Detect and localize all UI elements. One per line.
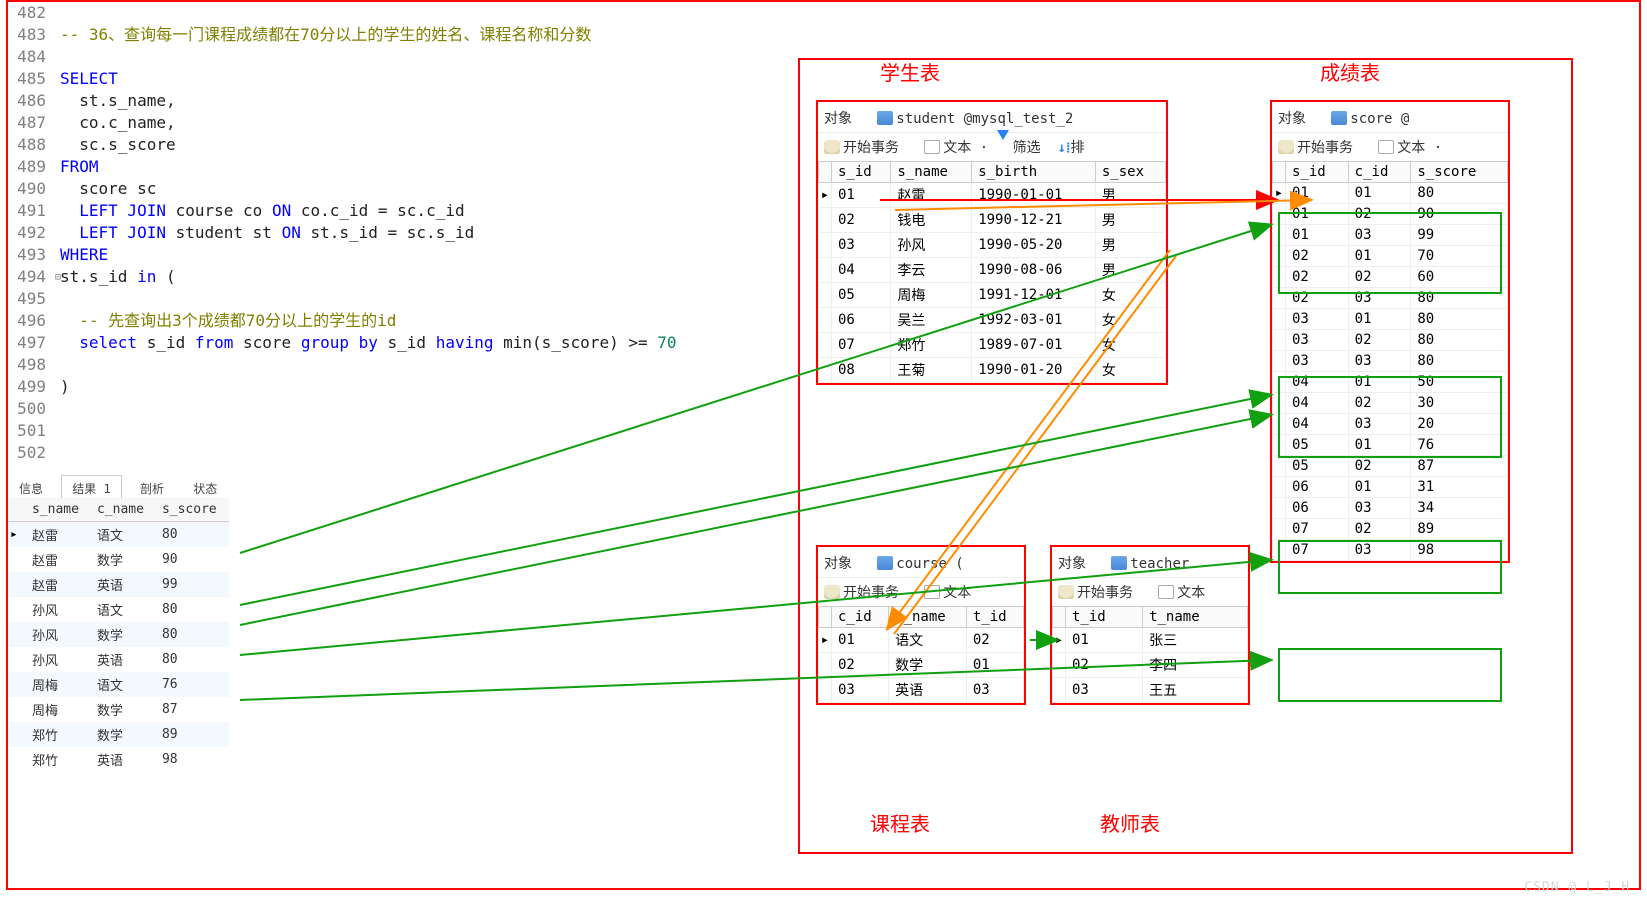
table-icon	[877, 111, 893, 125]
score-toolbar: 开始事务 文本 ·	[1272, 132, 1508, 161]
sort-icon: ↓⁞	[1057, 140, 1070, 156]
score-tab-row: 对象 score @	[1272, 102, 1508, 132]
course-tab-row: 对象 course (	[818, 547, 1024, 577]
transaction-icon	[1058, 585, 1074, 599]
btn-sort[interactable]: 排	[1071, 140, 1085, 156]
teacher-tab-row: 对象 teacher	[1052, 547, 1248, 577]
transaction-icon	[824, 140, 840, 154]
btn-begin-tx[interactable]: 开始事务	[1077, 585, 1133, 601]
teacher-table-panel: 对象 teacher 开始事务 文本 t_idt_name▸01张三02李四03…	[1050, 545, 1250, 705]
score-title: score @	[1350, 111, 1409, 127]
label-teacher: 教师表	[1100, 808, 1160, 837]
watermark: CSDN @ L_J_H_	[1524, 880, 1639, 895]
course-toolbar: 开始事务 文本	[818, 577, 1024, 606]
tab-object[interactable]: 对象	[1278, 111, 1306, 127]
result-grid[interactable]: s_namec_names_score▸赵雷语文80赵雷数学90赵雷英语99孙风…	[8, 498, 229, 772]
course-table-panel: 对象 course ( 开始事务 文本 c_idc_namet_id▸01语文0…	[816, 545, 1026, 705]
text-icon	[924, 140, 940, 154]
diagram-panel: 学生表 成绩表 课程表 教师表 对象 student @mysql_test_2…	[798, 58, 1573, 854]
transaction-icon	[824, 585, 840, 599]
student-title: student @mysql_test_2	[896, 111, 1073, 127]
tab-object[interactable]: 对象	[824, 111, 852, 127]
highlight-score-7	[1278, 648, 1502, 702]
btn-filter[interactable]: 筛选	[1013, 140, 1041, 156]
student-toolbar: 开始事务 文本 · 筛选 ↓⁞排	[818, 132, 1166, 161]
label-score: 成绩表	[1320, 57, 1380, 86]
text-icon	[1378, 140, 1394, 154]
tab-object[interactable]: 对象	[1058, 556, 1086, 572]
btn-begin-tx[interactable]: 开始事务	[1297, 140, 1353, 156]
table-icon	[1331, 111, 1347, 125]
tab-object[interactable]: 对象	[824, 556, 852, 572]
teacher-grid[interactable]: t_idt_name▸01张三02李四03王五	[1052, 606, 1248, 703]
text-icon	[1158, 585, 1174, 599]
teacher-toolbar: 开始事务 文本	[1052, 577, 1248, 606]
btn-text[interactable]: 文本	[1177, 585, 1205, 601]
teacher-title: teacher	[1130, 556, 1189, 572]
btn-text[interactable]: 文本	[1397, 140, 1425, 156]
transaction-icon	[1278, 140, 1294, 154]
table-icon	[877, 556, 893, 570]
code-lines[interactable]: -- 36、查询每一门课程成绩都在70分以上的学生的姓名、课程名称和分数SELE…	[60, 2, 677, 464]
student-table-panel: 对象 student @mysql_test_2 开始事务 文本 · 筛选 ↓⁞…	[816, 100, 1168, 385]
student-tab-row: 对象 student @mysql_test_2	[818, 102, 1166, 132]
fold-marker-icon[interactable]: ⊟	[55, 267, 61, 289]
label-student: 学生表	[880, 57, 940, 86]
student-grid[interactable]: s_ids_names_births_sex▸01赵雷1990-01-01男02…	[818, 161, 1166, 383]
score-table-panel: 对象 score @ 开始事务 文本 · s_idc_ids_score▸010…	[1270, 100, 1510, 563]
btn-text[interactable]: 文本	[943, 585, 971, 601]
btn-begin-tx[interactable]: 开始事务	[843, 585, 899, 601]
line-gutter: 4824834844854864874884894904914924934944…	[8, 2, 54, 464]
course-grid[interactable]: c_idc_namet_id▸01语文0202数学0103英语03	[818, 606, 1024, 703]
text-icon	[924, 585, 940, 599]
btn-text[interactable]: 文本	[943, 140, 971, 156]
label-course: 课程表	[870, 808, 930, 837]
table-icon	[1111, 556, 1127, 570]
btn-begin-tx[interactable]: 开始事务	[843, 140, 899, 156]
score-grid[interactable]: s_idc_ids_score▸010180010290010399020170…	[1272, 161, 1508, 561]
course-title: course (	[896, 556, 963, 572]
filter-icon	[997, 130, 1009, 156]
